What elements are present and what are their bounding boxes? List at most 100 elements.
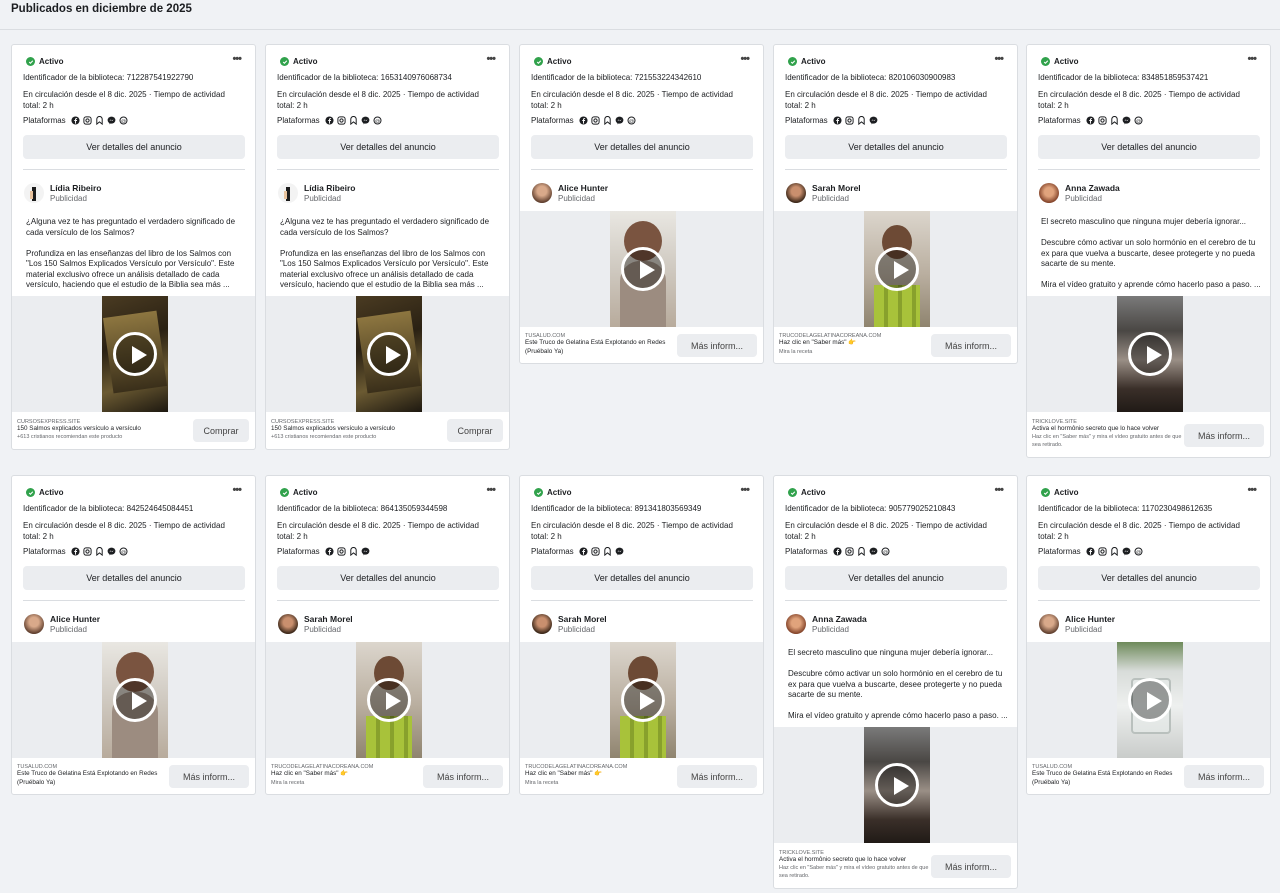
instagram-icon: [337, 547, 346, 556]
advertiser-name[interactable]: Alice Hunter: [1065, 614, 1115, 624]
play-icon[interactable]: [366, 332, 411, 376]
cta-button[interactable]: Más inform...: [423, 765, 503, 788]
play-icon[interactable]: [366, 678, 411, 722]
ad-media[interactable]: [774, 211, 1017, 327]
link-title[interactable]: 150 Salmos explicados versículo a versíc…: [271, 425, 421, 434]
avatar[interactable]: [278, 183, 298, 203]
view-ad-details-button[interactable]: Ver detalles del anuncio: [277, 135, 499, 159]
circulation-info: En circulación desde el 8 dic. 2025 · Ti…: [277, 90, 479, 110]
ad-media[interactable]: [12, 296, 255, 412]
play-icon[interactable]: [1127, 678, 1172, 722]
audience-network-icon: [603, 547, 612, 556]
view-ad-details-button[interactable]: Ver detalles del anuncio: [785, 135, 1007, 159]
play-icon[interactable]: [620, 247, 665, 291]
cta-button[interactable]: Más inform...: [677, 334, 757, 357]
avatar[interactable]: [786, 183, 806, 203]
ad-media[interactable]: [266, 642, 509, 758]
advertiser-name[interactable]: Alice Hunter: [558, 183, 608, 193]
advertiser-name[interactable]: Lídia Ribeiro: [304, 183, 355, 193]
play-icon[interactable]: [1127, 332, 1172, 376]
play-icon[interactable]: [112, 678, 157, 722]
status-badge: Activo: [788, 488, 825, 497]
ad-media[interactable]: [774, 727, 1017, 843]
platforms: Plataformas: [277, 547, 370, 556]
view-ad-details-button[interactable]: Ver detalles del anuncio: [1038, 566, 1260, 590]
cta-button[interactable]: Más inform...: [931, 334, 1011, 357]
more-options-icon[interactable]: •••: [486, 484, 496, 496]
divider: [531, 600, 753, 601]
play-icon[interactable]: [620, 678, 665, 722]
view-ad-details-button[interactable]: Ver detalles del anuncio: [785, 566, 1007, 590]
ad-media[interactable]: [520, 642, 763, 758]
link-title[interactable]: Haz clic en "Saber más" 👉: [779, 339, 929, 348]
link-title[interactable]: Activa el hormônio secreto que lo hace v…: [779, 856, 929, 865]
play-icon[interactable]: [874, 763, 919, 807]
facebook-icon: [833, 547, 842, 556]
advertiser-name[interactable]: Sarah Morel: [304, 614, 353, 624]
link-title[interactable]: Este Truco de Gelatina Está Explotando e…: [1032, 770, 1182, 787]
facebook-icon: [579, 547, 588, 556]
advertiser-name[interactable]: Anna Zawada: [1065, 183, 1120, 193]
avatar[interactable]: [278, 614, 298, 634]
circulation-info: En circulación desde el 8 dic. 2025 · Ti…: [23, 521, 225, 541]
view-ad-details-button[interactable]: Ver detalles del anuncio: [23, 566, 245, 590]
advertiser-name[interactable]: Sarah Morel: [558, 614, 607, 624]
more-options-icon[interactable]: •••: [486, 53, 496, 65]
threads-icon: @: [119, 547, 128, 556]
play-icon[interactable]: [112, 332, 157, 376]
link-title[interactable]: 150 Salmos explicados versículo a versíc…: [17, 425, 167, 434]
ad-media[interactable]: [520, 211, 763, 327]
more-options-icon[interactable]: •••: [1247, 53, 1257, 65]
svg-text:@: @: [883, 549, 888, 555]
advertiser-name[interactable]: Alice Hunter: [50, 614, 100, 624]
svg-text:@: @: [121, 118, 126, 124]
avatar[interactable]: [1039, 614, 1059, 634]
view-ad-details-button[interactable]: Ver detalles del anuncio: [531, 135, 753, 159]
status-badge: Activo: [1041, 488, 1078, 497]
view-ad-details-button[interactable]: Ver detalles del anuncio: [1038, 135, 1260, 159]
messenger-icon: [615, 547, 624, 556]
advertiser-name[interactable]: Anna Zawada: [812, 614, 867, 624]
more-options-icon[interactable]: •••: [1247, 484, 1257, 496]
play-icon[interactable]: [874, 247, 919, 291]
avatar[interactable]: [24, 614, 44, 634]
cta-button[interactable]: Comprar: [447, 419, 503, 442]
cta-button[interactable]: Comprar: [193, 419, 249, 442]
link-title[interactable]: Este Truco de Gelatina Está Explotando e…: [525, 339, 675, 356]
link-title[interactable]: Activa el hormônio secreto que lo hace v…: [1032, 425, 1182, 434]
more-options-icon[interactable]: •••: [994, 484, 1004, 496]
cta-button[interactable]: Más inform...: [1184, 765, 1264, 788]
cta-button[interactable]: Más inform...: [931, 855, 1011, 878]
more-options-icon[interactable]: •••: [740, 484, 750, 496]
view-ad-details-button[interactable]: Ver detalles del anuncio: [277, 566, 499, 590]
more-options-icon[interactable]: •••: [232, 53, 242, 65]
more-options-icon[interactable]: •••: [994, 53, 1004, 65]
avatar[interactable]: [532, 614, 552, 634]
avatar[interactable]: [786, 614, 806, 634]
cta-button[interactable]: Más inform...: [677, 765, 757, 788]
ad-card: Activo ••• Identificador de la bibliotec…: [265, 475, 510, 795]
ad-media[interactable]: [1027, 642, 1270, 758]
advertiser-name[interactable]: Sarah Morel: [812, 183, 861, 193]
cta-button[interactable]: Más inform...: [169, 765, 249, 788]
view-ad-details-button[interactable]: Ver detalles del anuncio: [23, 135, 245, 159]
svg-text:@: @: [375, 118, 380, 124]
more-options-icon[interactable]: •••: [740, 53, 750, 65]
avatar[interactable]: [532, 183, 552, 203]
ad-media[interactable]: [1027, 296, 1270, 412]
ad-media[interactable]: [12, 642, 255, 758]
advertiser-name[interactable]: Lídia Ribeiro: [50, 183, 101, 193]
divider: [785, 600, 1007, 601]
cta-button[interactable]: Más inform...: [1184, 424, 1264, 447]
view-ad-details-button[interactable]: Ver detalles del anuncio: [531, 566, 753, 590]
link-title[interactable]: Haz clic en "Saber más" 👉: [525, 770, 675, 779]
link-title[interactable]: Este Truco de Gelatina Está Explotando e…: [17, 770, 167, 787]
avatar[interactable]: [1039, 183, 1059, 203]
svg-text:@: @: [1136, 549, 1141, 555]
avatar[interactable]: [24, 183, 44, 203]
link-title[interactable]: Haz clic en "Saber más" 👉: [271, 770, 421, 779]
status-badge: Activo: [1041, 57, 1078, 66]
messenger-icon: [1122, 116, 1131, 125]
more-options-icon[interactable]: •••: [232, 484, 242, 496]
ad-media[interactable]: [266, 296, 509, 412]
